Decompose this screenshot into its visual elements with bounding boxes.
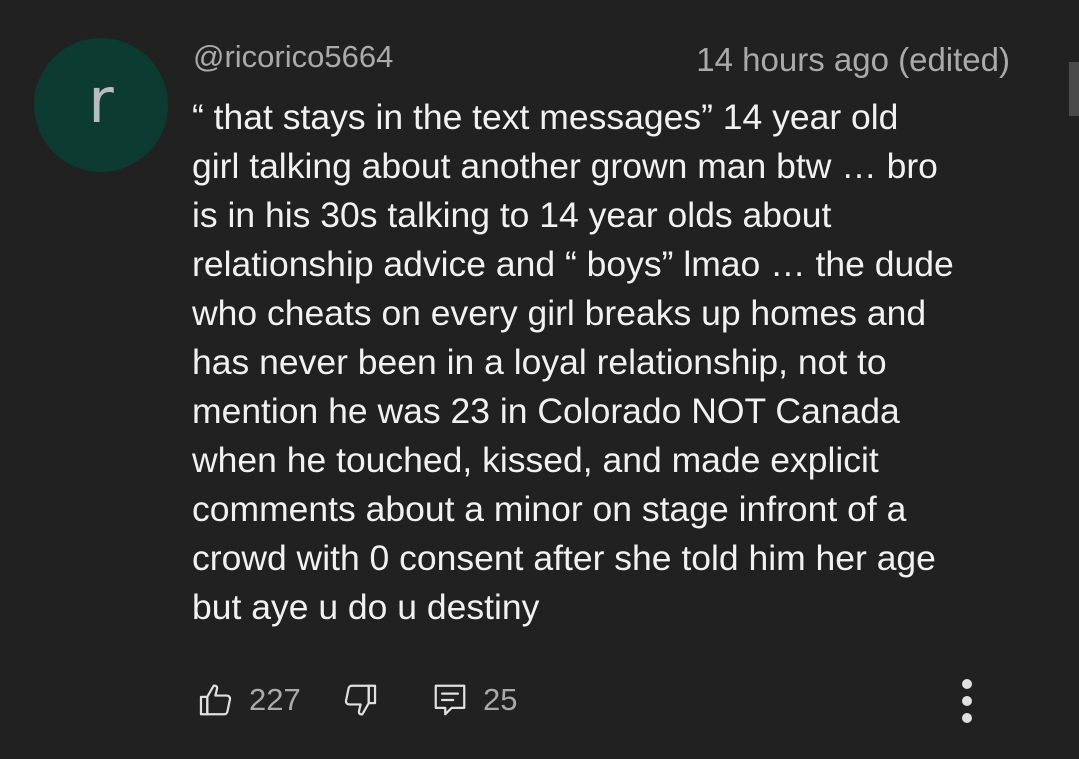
reply-count: 25 [483, 682, 518, 717]
scrollbar-thumb[interactable] [1069, 62, 1079, 116]
comment-line: “ that stays in the text messages” 14 ye… [192, 97, 899, 137]
comment-line: relationship advice and “ boys” lmao … t… [192, 244, 954, 284]
comment-line: has never been in a loyal relationship, … [192, 342, 887, 382]
comment-line: is in his 30s talking to 14 year olds ab… [192, 195, 832, 235]
thumbs-up-icon[interactable] [197, 681, 235, 719]
comment-line: but aye u do u destiny [192, 587, 540, 627]
comment-line: comments about a minor on stage infront … [192, 489, 907, 529]
comment-line: when he touched, kissed, and made explic… [192, 440, 879, 480]
like-count: 227 [249, 682, 301, 717]
comment-text: “ that stays in the text messages” 14 ye… [192, 93, 1032, 632]
comment-line: mention he was 23 in Colorado NOT Canada [192, 391, 900, 431]
more-vertical-icon[interactable] [955, 675, 979, 727]
comment-line: who cheats on every girl breaks up homes… [192, 293, 927, 333]
thumbs-down-icon[interactable] [341, 681, 379, 719]
comment-author[interactable]: @ricorico5664 [193, 38, 393, 76]
avatar-letter: r [88, 64, 114, 137]
comment-timestamp: 14 hours ago (edited) [696, 41, 1010, 78]
comment-line: crowd with 0 consent after she told him … [192, 538, 936, 578]
comment-actions: 227 25 [0, 675, 1079, 725]
reply-comment-icon[interactable] [431, 681, 469, 719]
comment-line: girl talking about another grown man btw… [192, 146, 938, 186]
avatar[interactable]: r [34, 38, 168, 172]
